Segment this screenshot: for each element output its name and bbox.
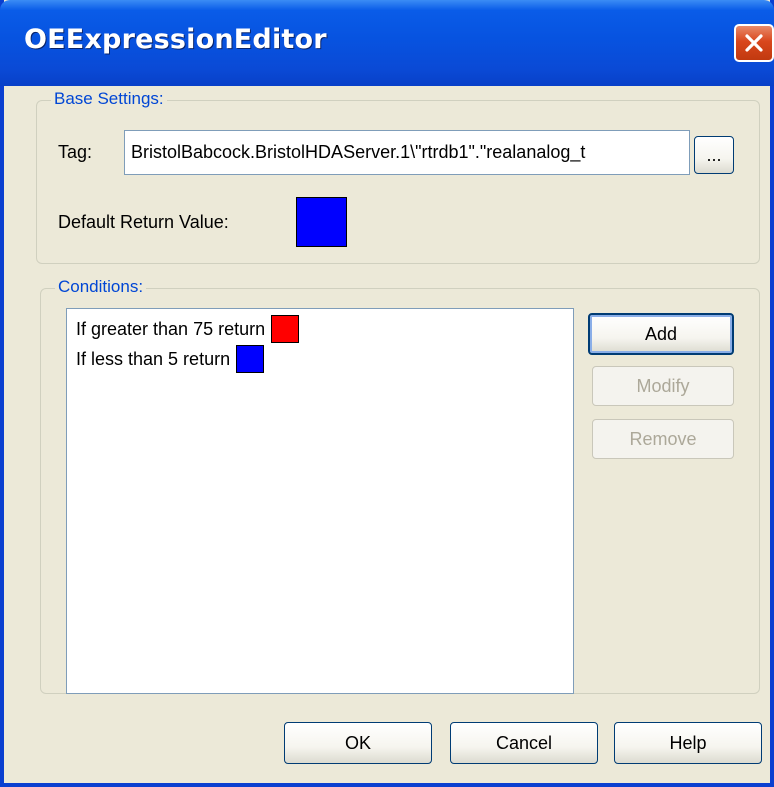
help-button[interactable]: Help [614,722,762,764]
condition-text: If greater than 75 return [76,318,266,339]
base-settings-legend: Base Settings: [51,89,167,109]
condition-color-swatch [236,345,265,373]
modify-button[interactable]: Modify [592,366,734,406]
tag-label: Tag: [58,142,93,162]
expression-editor-window: OEExpressionEditor Base Settings: Tag: .… [0,0,774,787]
add-button[interactable]: Add [588,313,734,355]
close-button[interactable] [734,24,774,62]
condition-color-swatch [271,315,300,343]
default-return-label: Default Return Value: [58,212,229,232]
list-item[interactable]: If less than 5 return [76,344,265,374]
list-item[interactable]: If greater than 75 return [76,314,300,344]
base-settings-group: Base Settings: [36,89,760,264]
tag-input[interactable] [124,130,690,175]
close-icon [745,34,763,52]
window-title: OEExpressionEditor [24,24,327,55]
default-return-color-swatch[interactable] [296,197,347,247]
browse-tag-button[interactable]: ... [694,136,734,174]
remove-button[interactable]: Remove [592,419,734,459]
conditions-legend: Conditions: [55,277,147,297]
title-bar[interactable]: OEExpressionEditor [0,0,774,86]
ok-button[interactable]: OK [284,722,432,764]
cancel-button[interactable]: Cancel [450,722,598,764]
conditions-list[interactable]: If greater than 75 return If less than 5… [66,308,574,694]
condition-text: If less than 5 return [76,348,231,369]
